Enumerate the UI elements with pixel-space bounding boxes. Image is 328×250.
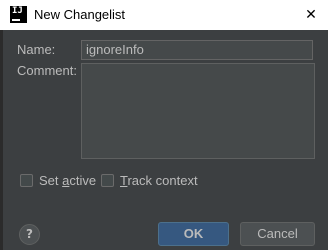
background-window-edge	[0, 30, 3, 250]
title-bar[interactable]: IJ New Changelist ✕	[0, 0, 328, 30]
comment-textarea[interactable]	[81, 63, 315, 159]
name-input[interactable]: ignoreInfo	[81, 40, 313, 60]
comment-label: Comment:	[17, 63, 77, 78]
track-context-checkbox[interactable]	[101, 174, 114, 187]
close-icon[interactable]: ✕	[300, 4, 322, 26]
app-icon-text: IJ	[12, 6, 23, 16]
name-label: Name:	[17, 42, 56, 57]
track-context-label[interactable]: Track context	[120, 173, 198, 189]
help-button[interactable]: ?	[19, 224, 40, 245]
new-changelist-dialog: IJ New Changelist ✕ Name: ignoreInfo Com…	[0, 0, 328, 250]
app-icon-bar	[12, 19, 20, 21]
ok-button[interactable]: OK	[158, 222, 229, 246]
dialog-title: New Changelist	[34, 7, 126, 22]
intellij-app-icon: IJ	[10, 6, 27, 23]
set-active-checkbox[interactable]	[20, 174, 33, 187]
set-active-label[interactable]: Set active	[39, 173, 96, 189]
cancel-button[interactable]: Cancel	[240, 222, 315, 246]
